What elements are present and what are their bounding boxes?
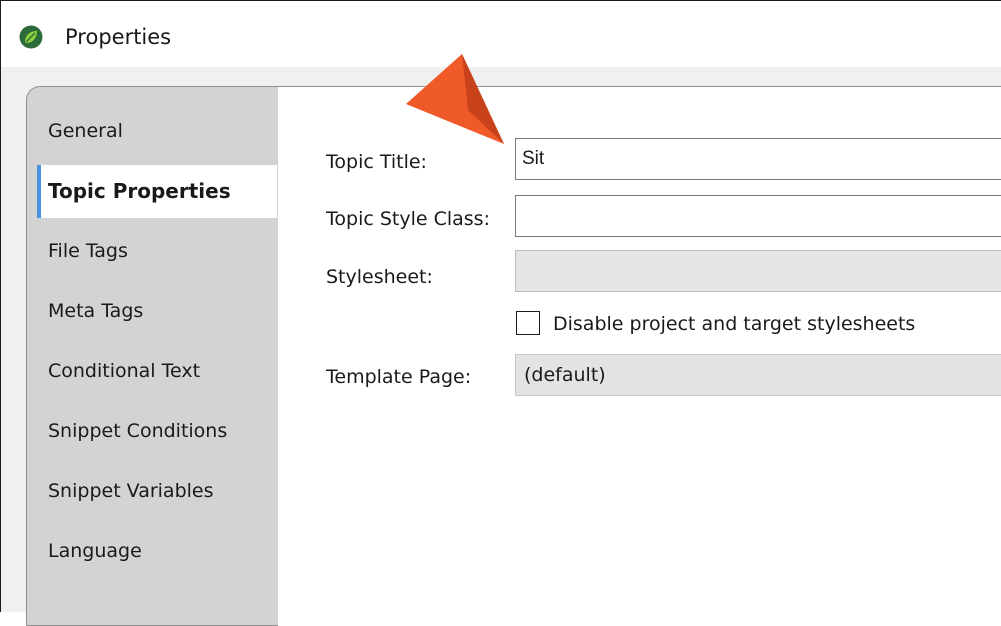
disable-stylesheets-label[interactable]: Disable project and target stylesheets bbox=[553, 311, 915, 337]
stylesheet-label: Stylesheet: bbox=[326, 266, 433, 288]
topic-style-class-label: Topic Style Class: bbox=[326, 208, 490, 230]
sidebar-item-snippet-conditions[interactable]: Snippet Conditions bbox=[48, 416, 227, 446]
stylesheet-field bbox=[515, 250, 1001, 292]
sidebar-item-topic-properties[interactable]: Topic Properties bbox=[37, 165, 277, 218]
sidebar-item-snippet-variables[interactable]: Snippet Variables bbox=[48, 476, 214, 506]
sidebar-item-conditional-text[interactable]: Conditional Text bbox=[48, 356, 200, 386]
callout-arrow-icon bbox=[406, 54, 516, 154]
sidebar-item-language[interactable]: Language bbox=[48, 536, 142, 566]
sidebar-item-file-tags[interactable]: File Tags bbox=[48, 236, 128, 266]
window-title: Properties bbox=[65, 25, 172, 49]
topic-title-input[interactable]: Sit bbox=[515, 138, 1001, 180]
sidebar-item-general[interactable]: General bbox=[48, 116, 123, 146]
disable-stylesheets-checkbox[interactable] bbox=[516, 311, 540, 335]
sidebar-item-meta-tags[interactable]: Meta Tags bbox=[48, 296, 143, 326]
topic-style-class-input[interactable] bbox=[515, 195, 1001, 237]
template-page-dropdown[interactable]: (default) bbox=[515, 354, 1001, 396]
template-page-label: Template Page: bbox=[326, 366, 472, 388]
leaf-logo-icon bbox=[19, 25, 43, 49]
